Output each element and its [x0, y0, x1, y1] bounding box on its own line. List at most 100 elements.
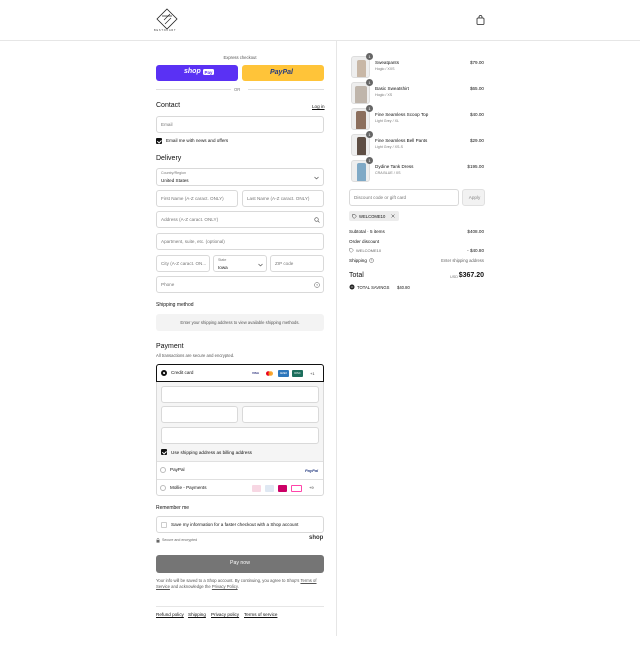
shop-pay-wordmark: shop: [184, 68, 201, 75]
privacy-policy-link[interactable]: Privacy policy: [211, 612, 239, 617]
zip-field[interactable]: ZIP code: [270, 255, 324, 272]
address-placeholder: Address (A-Z caract. ONLY): [161, 217, 219, 222]
lock-icon: [156, 538, 160, 543]
discount-code-field[interactable]: Discount code or gift card: [349, 189, 459, 206]
card-number-field[interactable]: [161, 386, 319, 403]
phone-placeholder: Phone: [161, 282, 175, 287]
search-icon: [314, 217, 320, 223]
shop-logo: shop: [309, 535, 324, 541]
shipping-policy-link[interactable]: Shipping: [188, 612, 206, 617]
card-form: Use shipping address as billing address: [157, 382, 323, 461]
first-name-placeholder: First Name (A-Z caract. ONLY): [161, 196, 224, 201]
product-variant: CRA BLUE / XS: [375, 171, 401, 175]
last-name-field[interactable]: Last Name (A-Z caract. ONLY): [242, 190, 324, 207]
quantity-badge: 1: [366, 53, 373, 60]
contact-title: Contact: [156, 102, 181, 109]
card-name-field[interactable]: [161, 427, 319, 444]
refund-policy-link[interactable]: Refund policy: [156, 612, 184, 617]
more-cards-count: +1: [310, 370, 315, 376]
news-checkbox[interactable]: [156, 138, 162, 144]
country-select[interactable]: Country/Region United States: [156, 168, 324, 186]
billing-label: Use shipping address as billing address: [171, 449, 252, 455]
product-name: Sweatpants: [375, 60, 400, 65]
amex-icon: AMEX: [278, 370, 289, 377]
paypal-wordmark: PayPal: [270, 68, 293, 76]
subtotal-value: $408.00: [467, 229, 484, 234]
close-icon[interactable]: [391, 214, 395, 218]
privacy-link[interactable]: Privacy Policy: [212, 584, 238, 589]
credit-card-label: Credit card: [171, 370, 194, 375]
legal-end: .: [237, 584, 239, 589]
paypal-option[interactable]: PayPal PayPal: [157, 462, 323, 479]
phone-field[interactable]: Phone ?: [156, 276, 324, 293]
or-divider-left: [156, 89, 231, 90]
paypal-radio[interactable]: [160, 467, 166, 473]
product-name: Fine Seamless Bell Pants: [375, 138, 428, 143]
apply-label: Apply: [468, 195, 481, 200]
chevron-down-icon: [314, 176, 319, 180]
address-field[interactable]: Address (A-Z caract. ONLY): [156, 211, 324, 228]
zip-placeholder: ZIP code: [275, 261, 294, 266]
product-variant: Light Grey / XL: [375, 119, 399, 123]
login-link[interactable]: Log in: [312, 104, 325, 109]
product-name: Fine Seamless Scoop Top: [375, 112, 429, 117]
apply-button[interactable]: Apply: [462, 189, 485, 206]
shop-pay-button[interactable]: shop Pay: [156, 65, 238, 81]
discount-value: - $40.80: [467, 248, 484, 253]
news-label: Email me with news and offers: [166, 138, 229, 143]
state-select[interactable]: State Iowa: [213, 255, 267, 272]
shopping-bag-icon[interactable]: [476, 15, 485, 25]
remember-title: Remember me: [156, 505, 190, 511]
delivery-title: Delivery: [156, 155, 182, 162]
quantity-badge: 1: [366, 79, 373, 86]
product-variant: Hoglo / XS: [375, 93, 393, 97]
mollie-radio[interactable]: [160, 485, 166, 491]
order-summary-panel: [337, 41, 640, 658]
klarna-icon: [291, 484, 302, 492]
product-price: $40.00: [469, 112, 484, 117]
credit-card-radio[interactable]: [161, 370, 167, 376]
city-field[interactable]: City (A-Z caract. ON...: [156, 255, 210, 272]
first-name-field[interactable]: First Name (A-Z caract. ONLY): [156, 190, 238, 207]
card-cvv-field[interactable]: [242, 406, 319, 423]
total-value: $367.20: [458, 272, 484, 279]
help-icon[interactable]: ?: [369, 258, 374, 263]
pay-now-button[interactable]: Pay now: [156, 555, 324, 573]
or-divider-right: [248, 89, 324, 90]
product-variant: Hoglo / XXS: [375, 67, 395, 71]
remember-label: Save my information for a faster checkou…: [171, 522, 299, 527]
order-discount-label: Order discount: [349, 239, 380, 244]
product-price: $195.00: [467, 164, 484, 169]
savings-tag-icon: [349, 284, 355, 290]
shipping-method-notice-box: Enter your shipping address to view avai…: [156, 314, 324, 331]
billing-checkbox[interactable]: [161, 449, 167, 455]
quantity-badge: 1: [366, 131, 373, 138]
state-value: Iowa: [218, 264, 228, 270]
chevron-down-icon: [258, 263, 263, 267]
apartment-field[interactable]: Apartment, suite, etc. (optional): [156, 233, 324, 250]
shop-pay-badge: Pay: [203, 69, 215, 75]
legal-text: Your info will be saved to a Shop accoun…: [156, 578, 324, 590]
visa-icon: VISA: [250, 370, 261, 377]
quantity-badge: 1: [366, 105, 373, 112]
remember-checkbox[interactable]: [161, 522, 167, 528]
site-header: BESTNCART: [0, 0, 640, 41]
card-expiry-field[interactable]: [161, 406, 238, 423]
mollie-more-count: +9: [309, 485, 314, 490]
discount-code: WELCOME10: [356, 248, 382, 253]
terms-of-service-link[interactable]: Terms of service: [244, 612, 277, 617]
discount-tag-code: WELCOME10: [359, 213, 386, 219]
shipping-label: Shipping: [349, 258, 367, 263]
help-icon[interactable]: ?: [314, 282, 320, 288]
payment-subtitle: All transactions are secure and encrypte…: [156, 353, 235, 358]
product-price: $79.00: [469, 60, 484, 65]
paypal-logo: PayPal: [305, 467, 319, 473]
pay-now-label: Pay now: [230, 560, 250, 566]
tag-icon: [352, 213, 357, 219]
paypal-express-button[interactable]: PayPal: [242, 65, 324, 81]
mollie-option[interactable]: Mollie - Payments +9: [157, 480, 323, 496]
apartment-placeholder: Apartment, suite, etc. (optional): [161, 239, 225, 244]
email-field[interactable]: Email: [156, 116, 324, 133]
brand-name: BESTNCART: [154, 29, 177, 32]
credit-card-option[interactable]: Credit card VISA AMEX DISC +1: [156, 364, 324, 382]
